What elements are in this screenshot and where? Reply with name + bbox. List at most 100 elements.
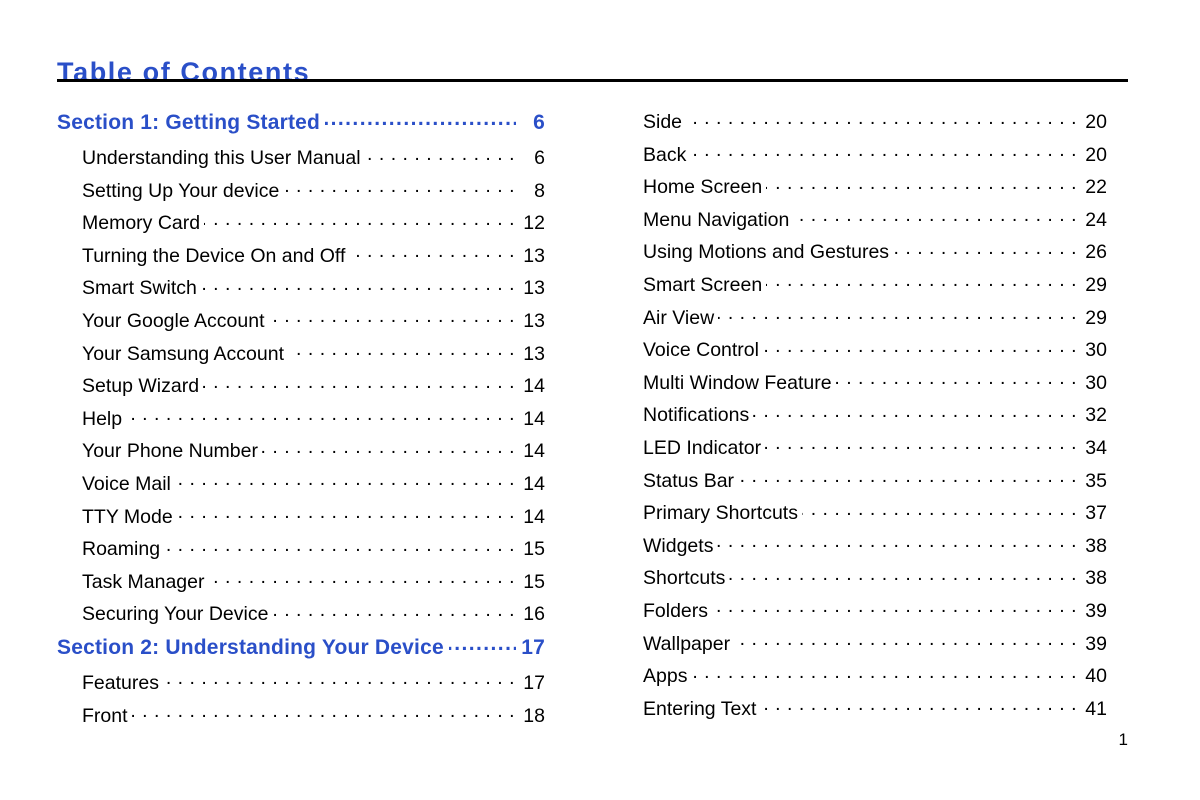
toc-dot-leader xyxy=(175,474,515,490)
toc-entry-row[interactable]: Features 17 xyxy=(57,673,545,706)
toc-entry-page-setting-up-your-device: 8 xyxy=(534,180,545,202)
toc-entry-label-your-phone-number: Your Phone Number xyxy=(82,441,258,463)
toc-dot-leader xyxy=(325,113,516,129)
toc-entry-label-primary-shortcuts: Primary Shortcuts xyxy=(643,503,798,525)
toc-entry-row[interactable]: Setting Up Your device 8 xyxy=(57,181,545,214)
toc-entry-page-using-motions-and-gestures: 26 xyxy=(1085,242,1107,264)
toc-entry-row[interactable]: TTY Mode 14 xyxy=(57,507,545,540)
toc-entry-row[interactable]: Home Screen 22 xyxy=(643,177,1107,210)
title-divider-rule xyxy=(57,79,1128,82)
toc-entry-row[interactable]: Wallpaper 39 xyxy=(643,634,1107,667)
toc-entry-label-turning-the-device-on-and-off: Turning the Device On and Off xyxy=(82,245,346,267)
toc-dot-leader xyxy=(802,503,1077,519)
toc-dot-leader xyxy=(718,308,1077,324)
toc-dot-leader xyxy=(204,213,515,229)
toc-entry-label-memory-card: Memory Card xyxy=(82,213,201,235)
toc-entry-row[interactable]: Task Manager 15 xyxy=(57,572,545,605)
toc-entry-label-setup-wizard: Setup Wizard xyxy=(82,376,200,398)
toc-entry-label-air-view: Air View xyxy=(643,307,715,329)
toc-entry-page-voice-mail: 14 xyxy=(523,473,545,495)
toc-dot-leader xyxy=(272,604,515,620)
toc-entry-row[interactable]: LED Indicator 34 xyxy=(643,438,1107,471)
toc-entry-row[interactable]: Memory Card 12 xyxy=(57,213,545,246)
toc-entry-row[interactable]: Widgets 38 xyxy=(643,536,1107,569)
toc-entry-page-voice-control: 30 xyxy=(1085,340,1107,362)
toc-section-page-section-2-understanding-your-device: 17 xyxy=(521,636,545,659)
toc-entry-row[interactable]: Shortcuts 38 xyxy=(643,568,1107,601)
toc-entry-row[interactable]: Setup Wizard 14 xyxy=(57,376,545,409)
toc-entry-row[interactable]: Securing Your Device 16 xyxy=(57,604,545,637)
toc-entry-page-shortcuts: 38 xyxy=(1085,568,1107,590)
toc-section-row[interactable]: Section 1: Getting Started 6 xyxy=(57,112,545,148)
toc-entry-page-folders: 39 xyxy=(1085,600,1107,622)
page-title: Table of Contents xyxy=(57,57,311,88)
toc-dot-leader xyxy=(365,148,515,164)
toc-dot-leader xyxy=(288,344,515,360)
toc-entry-row[interactable]: Your Google Account 13 xyxy=(57,311,545,344)
toc-entry-page-setup-wizard: 14 xyxy=(523,376,545,398)
toc-entry-row[interactable]: Air View 29 xyxy=(643,308,1107,341)
toc-entry-row[interactable]: Side 20 xyxy=(643,112,1107,145)
toc-entry-row[interactable]: Folders 39 xyxy=(643,601,1107,634)
toc-dot-leader xyxy=(690,145,1077,161)
toc-entry-page-memory-card: 12 xyxy=(523,213,545,235)
toc-entry-page-your-samsung-account: 13 xyxy=(523,343,545,365)
toc-section-page-section-1-getting-started: 6 xyxy=(533,112,545,134)
toc-entry-row[interactable]: Help 14 xyxy=(57,409,545,442)
toc-entry-row[interactable]: Using Motions and Gestures 26 xyxy=(643,242,1107,275)
toc-section-row[interactable]: Section 2: Understanding Your Device 17 xyxy=(57,637,545,673)
toc-dot-leader xyxy=(765,438,1077,454)
toc-entry-row[interactable]: Entering Text 41 xyxy=(643,699,1107,732)
toc-entry-row[interactable]: Apps 40 xyxy=(643,666,1107,699)
toc-entry-label-menu-navigation: Menu Navigation xyxy=(643,209,790,231)
toc-dot-leader xyxy=(691,666,1077,682)
toc-entry-page-widgets: 38 xyxy=(1085,535,1107,557)
toc-entry-row[interactable]: Smart Screen 29 xyxy=(643,275,1107,308)
toc-dot-leader xyxy=(201,278,515,294)
toc-entry-label-your-google-account: Your Google Account xyxy=(82,310,265,332)
toc-dot-leader xyxy=(717,536,1077,552)
toc-dot-leader xyxy=(686,112,1077,128)
toc-right-column: Side 20 Back 20 Home Screen 22 Menu Navigation… xyxy=(643,112,1107,731)
toc-entry-page-your-google-account: 13 xyxy=(523,310,545,332)
toc-entry-page-smart-switch: 13 xyxy=(523,278,545,300)
toc-entry-label-widgets: Widgets xyxy=(643,535,714,557)
toc-entry-label-notifications: Notifications xyxy=(643,405,750,427)
toc-entry-row[interactable]: Your Samsung Account 13 xyxy=(57,344,545,377)
toc-entry-label-features: Features xyxy=(82,672,159,694)
toc-entry-row[interactable]: Primary Shortcuts 37 xyxy=(643,503,1107,536)
toc-entry-row[interactable]: Turning the Device On and Off 13 xyxy=(57,246,545,279)
toc-dot-leader xyxy=(753,405,1077,421)
toc-entry-page-entering-text: 41 xyxy=(1085,698,1107,720)
toc-entry-row[interactable]: Roaming 15 xyxy=(57,539,545,572)
toc-entry-page-back: 20 xyxy=(1085,144,1107,166)
toc-entry-label-shortcuts: Shortcuts xyxy=(643,568,726,590)
toc-entry-page-securing-your-device: 16 xyxy=(523,604,545,626)
toc-entry-label-side: Side xyxy=(643,112,683,133)
toc-dot-leader xyxy=(177,507,515,523)
toc-entry-row[interactable]: Voice Control 30 xyxy=(643,340,1107,373)
toc-entry-row[interactable]: Your Phone Number 14 xyxy=(57,441,545,474)
toc-entry-page-tty-mode: 14 xyxy=(523,506,545,528)
toc-entry-row[interactable]: Status Bar 35 xyxy=(643,471,1107,504)
toc-entry-label-voice-control: Voice Control xyxy=(643,340,759,362)
toc-entry-row[interactable]: Notifications 32 xyxy=(643,405,1107,438)
toc-dot-leader xyxy=(132,706,515,722)
toc-dot-leader xyxy=(836,373,1077,389)
toc-entry-row[interactable]: Front 18 xyxy=(57,706,545,739)
toc-entry-page-menu-navigation: 24 xyxy=(1085,209,1107,231)
toc-entry-row[interactable]: Understanding this User Manual 6 xyxy=(57,148,545,181)
toc-entry-page-primary-shortcuts: 37 xyxy=(1085,503,1107,525)
toc-entry-label-front: Front xyxy=(82,705,128,727)
toc-entry-page-led-indicator: 34 xyxy=(1085,437,1107,459)
toc-entry-row[interactable]: Menu Navigation 24 xyxy=(643,210,1107,243)
toc-dot-leader xyxy=(349,246,515,262)
toc-entry-page-your-phone-number: 14 xyxy=(523,441,545,463)
toc-entry-label-roaming: Roaming xyxy=(82,539,161,561)
toc-entry-row[interactable]: Voice Mail 14 xyxy=(57,474,545,507)
toc-entry-row[interactable]: Multi Window Feature 30 xyxy=(643,373,1107,406)
toc-left-column: Section 1: Getting Started6Understanding… xyxy=(57,112,545,738)
toc-entry-row[interactable]: Back 20 xyxy=(643,145,1107,178)
toc-entry-label-status-bar: Status Bar xyxy=(643,470,735,492)
toc-entry-row[interactable]: Smart Switch 13 xyxy=(57,278,545,311)
